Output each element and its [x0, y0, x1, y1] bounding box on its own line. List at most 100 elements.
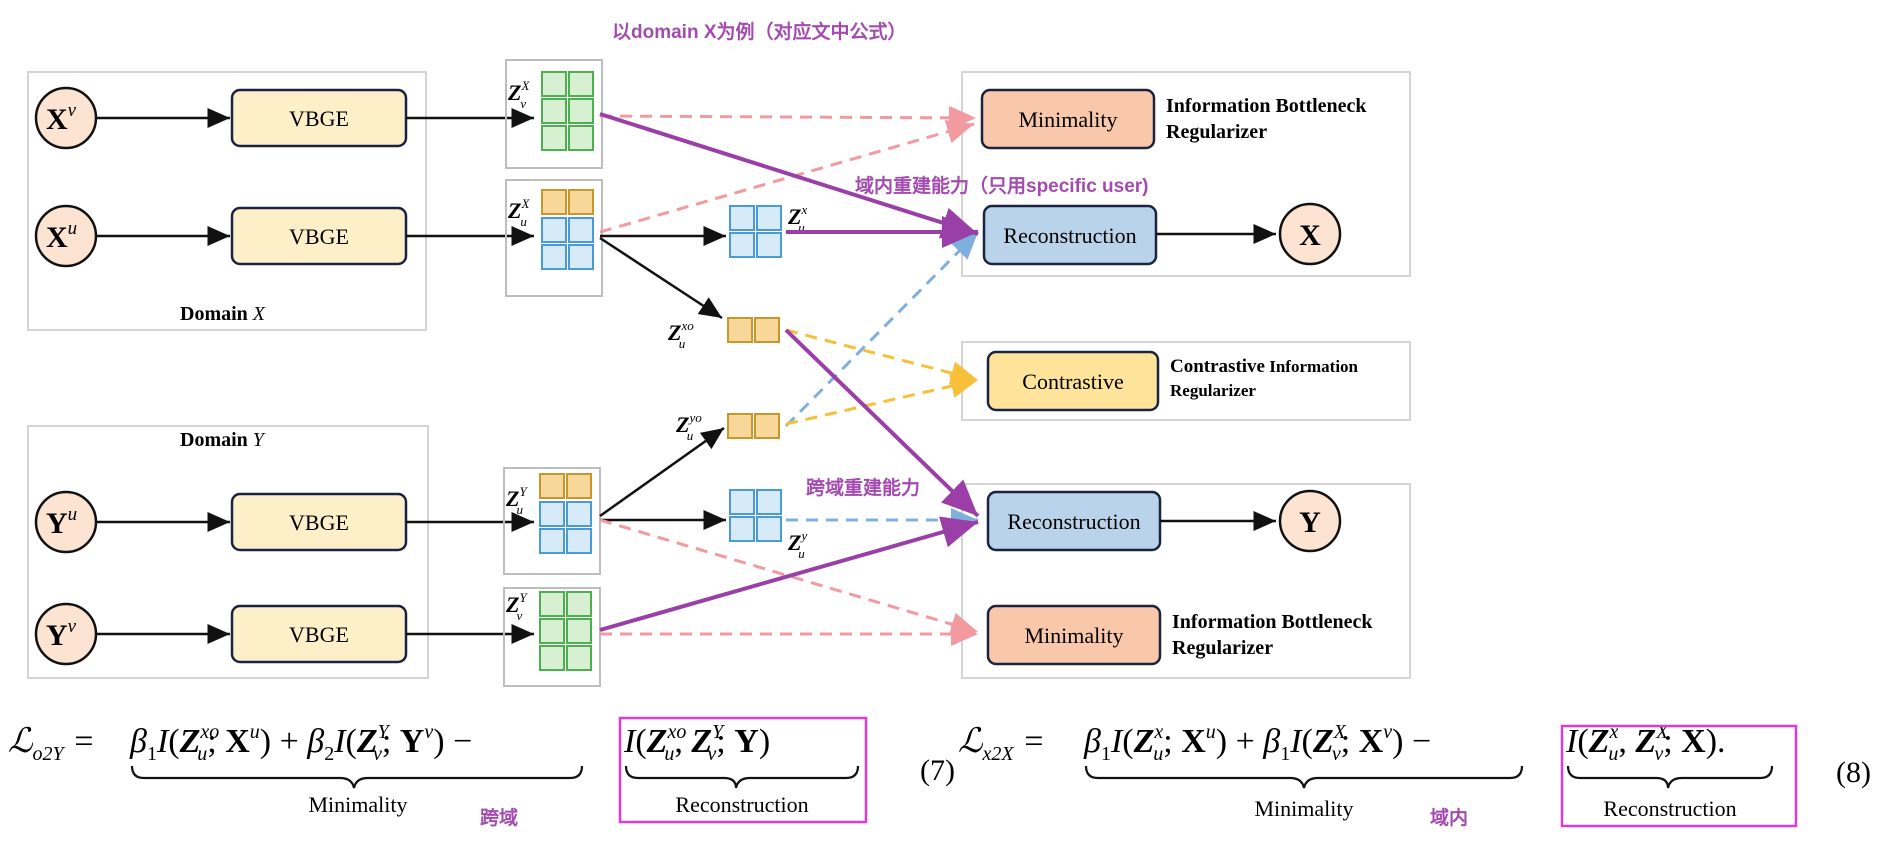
embedding-cell [541, 71, 567, 97]
label-zuyo: Zyo u [675, 410, 702, 443]
embedding-cell [754, 317, 780, 343]
embedding-cell [566, 591, 592, 617]
embedding-cell [539, 501, 565, 527]
svg-text:Minimality: Minimality [1255, 796, 1354, 821]
domain-x-label: Domain X [180, 303, 266, 325]
svg-text:Reconstruction: Reconstruction [675, 792, 808, 817]
domain-y-label: Domain Y [180, 429, 266, 451]
embedding-cell [566, 501, 592, 527]
svg-text:ℒo2Y =: ℒo2Y = [8, 723, 95, 765]
svg-text:Y: Y [1299, 506, 1321, 539]
svg-text:VBGE: VBGE [289, 224, 349, 249]
embedding-cell [539, 591, 565, 617]
embedding-cell [539, 528, 565, 554]
cells-zuyo [727, 413, 780, 439]
cells-zuY-gold [539, 473, 592, 499]
cross-note: 跨域重建能力 [806, 476, 920, 499]
minimality-box-y: Minimality [986, 604, 1162, 666]
ib-label-x: Information Bottleneck Regularizer [1166, 95, 1367, 143]
svg-text:Minimality: Minimality [1025, 623, 1124, 648]
vbge-yu: VBGE [230, 492, 408, 552]
svg-text:Reconstruction: Reconstruction [1003, 223, 1136, 248]
embedding-cell [568, 98, 594, 124]
embedding-cell [729, 516, 755, 542]
vbge-xu: VBGE [230, 206, 408, 266]
reconstruction-box-x: Reconstruction [982, 204, 1158, 266]
cells-zvY [539, 591, 592, 671]
label-zuy: Zy u [787, 528, 807, 561]
embedding-cell [727, 317, 753, 343]
svg-text:(8): (8) [1836, 756, 1871, 789]
label-zuxo: Zxo u [667, 318, 694, 351]
embedding-cell [568, 189, 594, 215]
svg-text:VBGE: VBGE [289, 106, 349, 131]
cells-zuX-blue [541, 217, 594, 270]
equation-8: ℒx2X = β1I(Zx u; Xu) + β1I(ZX v; Xv) − I(Z… [958, 721, 1871, 828]
cells-zuY-blue [539, 501, 592, 554]
embedding-cell [539, 473, 565, 499]
embedding-cell [756, 516, 782, 542]
eq7-tag: 跨域 [480, 806, 518, 829]
embedding-cell [568, 71, 594, 97]
equation-7: ℒo2Y = β1I(Zxo u; Xu) + β2I(ZY v; Yv) − I(… [8, 716, 955, 824]
vbge-xv: VBGE [230, 88, 408, 148]
embedding-cell [566, 645, 592, 671]
reconstruction-box-y: Reconstruction [986, 490, 1162, 552]
embedding-cell [568, 125, 594, 151]
svg-text:Minimality: Minimality [309, 792, 408, 817]
input-yu: Yu [34, 490, 98, 554]
svg-text:(7): (7) [920, 754, 955, 787]
svg-text:I(Zxou, ZYv; Y): I(Zxo u, ZY v; Y) [623, 721, 770, 765]
label-zuY: ZY u [505, 484, 528, 517]
cells-zux [729, 205, 782, 258]
label-zuX: ZX u [507, 196, 530, 229]
ci-label: Contrastive Information Regularizer [1170, 356, 1359, 400]
output-x: X [1278, 202, 1342, 266]
embedding-cell [568, 244, 594, 270]
svg-text:β1I(Zxu; Xu) + β1I(ZXv; Xv) −: β1I(Zx u; Xu) + β1I(ZX v; Xv) − [1083, 721, 1431, 765]
contrastive-box: Contrastive [986, 350, 1160, 412]
output-y: Y [1278, 489, 1342, 553]
embedding-cell [756, 205, 782, 231]
label-zvY: ZY v [505, 590, 528, 623]
input-xv: Xv [34, 86, 98, 150]
input-yv: Yv [34, 602, 98, 666]
intra-note: 域内重建能力（只用specific user) [855, 174, 1149, 197]
embedding-cell [541, 217, 567, 243]
embedding-cell [566, 618, 592, 644]
embedding-cell [566, 528, 592, 554]
embedding-cell [729, 205, 755, 231]
ib-label-y: Information Bottleneck Regularizer [1172, 611, 1373, 659]
svg-text:I(Zxu, ZXv; X).: I(Zx u, ZX v; X). [1565, 721, 1726, 765]
svg-text:Reconstruction: Reconstruction [1603, 796, 1736, 821]
embedding-cell [539, 645, 565, 671]
svg-text:VBGE: VBGE [289, 510, 349, 535]
embedding-cell [754, 413, 780, 439]
svg-text:X: X [1299, 219, 1321, 252]
embedding-cell [541, 125, 567, 151]
embedding-cell [729, 232, 755, 258]
top-note: 以domain X为例（对应文中公式） [612, 20, 907, 43]
svg-text:Minimality: Minimality [1019, 107, 1118, 132]
cells-zuxo [727, 317, 780, 343]
embedding-cell [727, 413, 753, 439]
cells-zvX [541, 71, 594, 151]
svg-text:Reconstruction: Reconstruction [1007, 509, 1140, 534]
embedding-cell [756, 489, 782, 515]
svg-text:Contrastive: Contrastive [1022, 369, 1123, 394]
vbge-yv: VBGE [230, 604, 408, 664]
svg-text:ℒx2X =: ℒx2X = [958, 723, 1045, 765]
embedding-cell [756, 232, 782, 258]
model-diagram: 以domain X为例（对应文中公式） Domain X Domain Y Xv… [8, 20, 1871, 829]
cells-zuX-gold [541, 189, 594, 215]
label-zvX: ZX v [507, 78, 530, 111]
embedding-cell [541, 244, 567, 270]
embedding-cell [541, 189, 567, 215]
minimality-box-x: Minimality [980, 88, 1156, 150]
embedding-cell [539, 618, 565, 644]
embedding-cell [566, 473, 592, 499]
cells-zuy [729, 489, 782, 542]
embedding-cell [729, 489, 755, 515]
svg-text:β1I(Zxou; Xu) + β2I(ZYv; Yv) −: β1I(Zxo u; Xu) + β2I(ZY v; Yv) − [129, 721, 472, 765]
embedding-cell [541, 98, 567, 124]
